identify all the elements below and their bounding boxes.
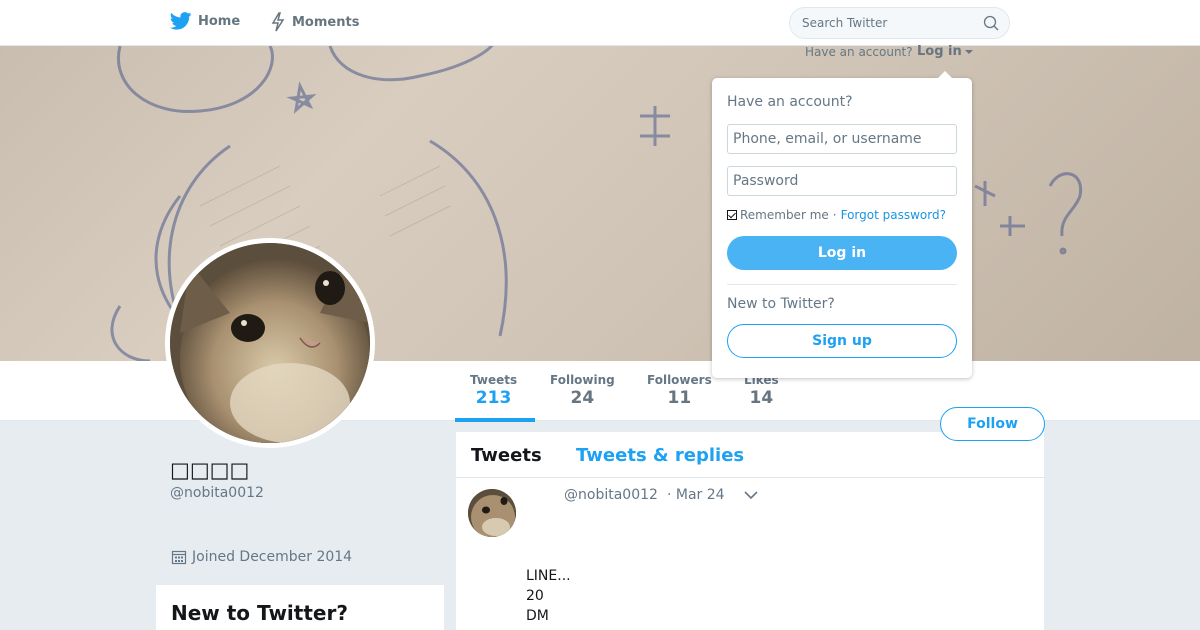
stat-followers-label: Followers <box>647 373 712 387</box>
stat-likes[interactable]: Likes 14 <box>744 373 779 408</box>
joined-text: Joined December 2014 <box>192 549 353 565</box>
stat-likes-value: 14 <box>749 388 774 408</box>
profile-joined-date: Joined December 2014 <box>171 549 352 565</box>
twitter-bird-icon <box>170 12 192 30</box>
timeline: Tweets Tweets & replies @nobita0012 · Ma… <box>456 432 1044 630</box>
password-field[interactable] <box>727 166 957 196</box>
stat-following-value: 24 <box>570 388 595 408</box>
profile-avatar[interactable] <box>165 238 375 448</box>
search-box <box>789 7 1010 39</box>
separator: · <box>832 208 837 222</box>
kitten-avatar-image <box>468 489 516 537</box>
dropdown-arrow <box>938 71 952 78</box>
tweet-avatar[interactable] <box>468 489 516 537</box>
have-account-prompt: Have an account? <box>805 45 913 59</box>
calendar-icon <box>171 550 187 565</box>
profile-screen-name[interactable]: @nobita0012 <box>170 485 264 501</box>
stat-following-label: Following <box>550 373 615 387</box>
top-navigation-bar: Home Moments <box>0 0 1200 46</box>
tweet-text-line: LINE... <box>526 568 571 584</box>
chevron-down-icon[interactable] <box>744 490 758 500</box>
profile-display-name: □□□□ <box>170 458 250 482</box>
login-dropdown: Have an account? Remember me · Forgot pa… <box>712 71 972 378</box>
tab-tweets[interactable]: Tweets <box>471 445 542 466</box>
remember-me-label[interactable]: Remember me <box>740 208 829 222</box>
tweet-handle[interactable]: @nobita0012 <box>564 487 658 503</box>
remember-me-row: Remember me · Forgot password? <box>727 208 946 222</box>
stat-following[interactable]: Following 24 <box>550 373 615 408</box>
tab-tweets-and-replies[interactable]: Tweets & replies <box>576 445 744 466</box>
stat-followers[interactable]: Followers 11 <box>647 373 712 408</box>
caret-down-icon <box>964 49 973 54</box>
stat-tweets-label: Tweets <box>470 373 518 387</box>
login-dropdown-title: Have an account? <box>727 94 853 110</box>
forgot-password-link[interactable]: Forgot password? <box>841 208 946 222</box>
tweet-text: LINE... 20 DM <box>526 566 571 626</box>
nav-home-label: Home <box>198 13 241 29</box>
username-field[interactable] <box>727 124 957 154</box>
lightning-icon <box>271 12 285 32</box>
tweet-timestamp[interactable]: · Mar 24 <box>667 487 725 503</box>
new-to-twitter-card: New to Twitter? <box>156 585 444 630</box>
signup-button[interactable]: Sign up <box>727 324 957 358</box>
kitten-avatar-image <box>170 243 370 443</box>
login-toggle-label: Log in <box>917 44 962 59</box>
stat-tweets-value: 213 <box>475 388 512 408</box>
search-input[interactable] <box>802 16 972 30</box>
divider <box>727 284 957 285</box>
nav-moments-label: Moments <box>292 14 360 30</box>
nav-home-link[interactable]: Home <box>170 12 240 30</box>
remember-me-checkbox[interactable] <box>727 210 737 220</box>
login-dropdown-toggle[interactable]: Log in <box>917 44 973 59</box>
stat-followers-value: 11 <box>667 388 692 408</box>
search-icon[interactable] <box>983 15 999 31</box>
active-stat-underline <box>455 418 535 422</box>
tweet-text-line: DM <box>526 608 549 624</box>
stat-tweets[interactable]: Tweets 213 <box>470 373 517 408</box>
new-to-twitter-heading: New to Twitter? <box>171 601 348 625</box>
tweet-text-line: 20 <box>526 588 544 604</box>
follow-button[interactable]: Follow <box>940 407 1045 441</box>
nav-moments-link[interactable]: Moments <box>270 12 359 32</box>
login-button[interactable]: Log in <box>727 236 957 270</box>
new-to-twitter-prompt: New to Twitter? <box>727 296 835 312</box>
